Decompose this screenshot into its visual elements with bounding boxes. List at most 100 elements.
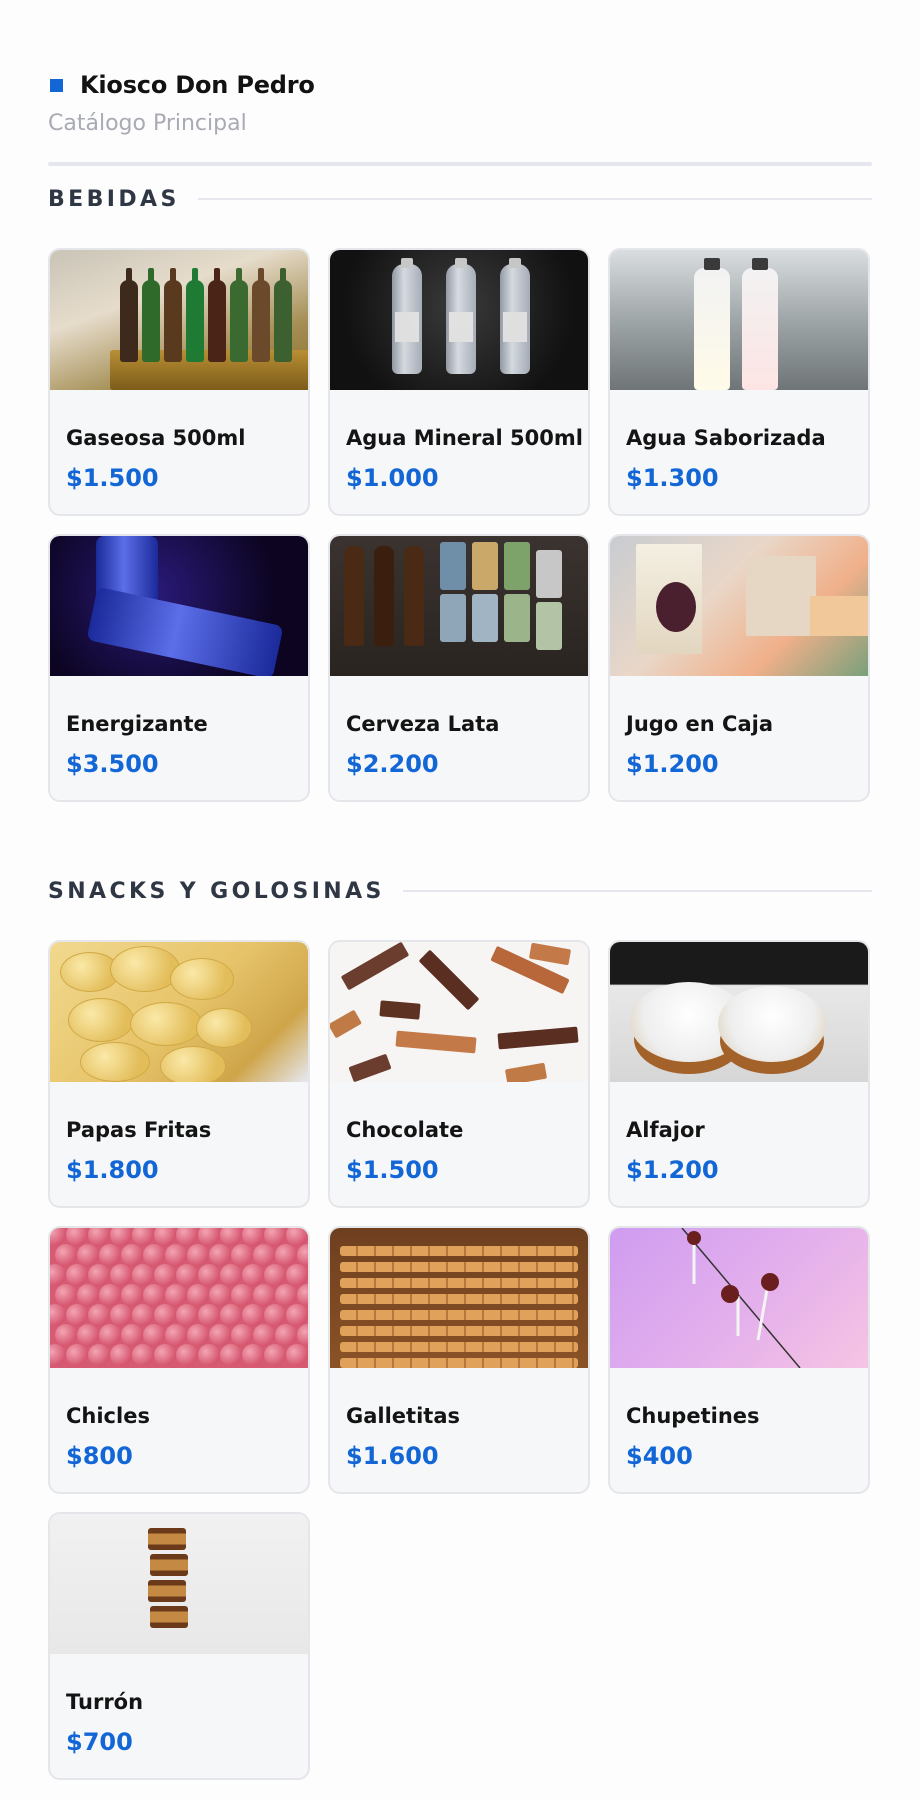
brand-row: Kiosco Don Pedro	[48, 70, 872, 100]
product-name: Chupetines	[626, 1404, 760, 1428]
product-price: $700	[66, 1728, 133, 1756]
product-price: $2.200	[346, 750, 439, 778]
gum-ball	[55, 1324, 77, 1346]
product-name: Jugo en Caja	[626, 712, 773, 736]
energy-drink-photo	[50, 536, 308, 676]
section-title: SNACKS Y GOLOSINAS	[48, 878, 385, 904]
product-card[interactable]: Turrón $700	[48, 1512, 310, 1780]
gum-ball	[187, 1244, 209, 1266]
product-card[interactable]: Jugo en Caja $1.200	[608, 534, 870, 802]
gum-ball	[121, 1244, 143, 1266]
product-name: Chocolate	[346, 1118, 464, 1142]
gum-ball	[143, 1284, 165, 1306]
product-price: $800	[66, 1442, 133, 1470]
section-bebidas: BEBIDAS Gaseosa 500ml $1.500 Agua Minera…	[48, 184, 872, 802]
gum-ball	[50, 1344, 66, 1366]
product-price: $1.000	[346, 464, 439, 492]
gum-ball	[66, 1264, 88, 1286]
gum-ball	[165, 1244, 187, 1266]
juice-box-photo	[610, 536, 868, 676]
gum-ball	[110, 1264, 132, 1286]
gum-ball	[198, 1304, 220, 1326]
header-divider	[48, 162, 872, 166]
gum-ball	[121, 1284, 143, 1306]
product-name: Chicles	[66, 1404, 150, 1428]
product-name: Papas Fritas	[66, 1118, 212, 1142]
gum-ball	[187, 1284, 209, 1306]
gum-ball	[220, 1264, 242, 1286]
gum-ball	[297, 1284, 308, 1306]
gum-ball	[99, 1284, 121, 1306]
product-card[interactable]: Agua Mineral 500ml $1.000	[328, 248, 590, 516]
gum-ball	[88, 1264, 110, 1286]
product-name: Gaseosa 500ml	[66, 426, 246, 450]
gum-ball	[275, 1244, 297, 1266]
gum-ball	[77, 1324, 99, 1346]
gum-ball	[77, 1244, 99, 1266]
gum-ball	[220, 1304, 242, 1326]
gum-ball	[198, 1264, 220, 1286]
gum-ball	[143, 1244, 165, 1266]
product-card[interactable]: Galletitas $1.600	[328, 1226, 590, 1494]
gum-ball	[209, 1244, 231, 1266]
beer-cans-photo	[330, 536, 588, 676]
gum-ball	[242, 1304, 264, 1326]
gum-ball	[253, 1284, 275, 1306]
catalog-subtitle: Catálogo Principal	[48, 111, 247, 136]
product-price: $1.200	[626, 1156, 719, 1184]
gum-ball	[165, 1324, 187, 1346]
gum-ball	[253, 1324, 275, 1346]
product-card[interactable]: Chicles $800	[48, 1226, 310, 1494]
gum-ball	[264, 1264, 286, 1286]
gum-ball	[110, 1304, 132, 1326]
product-card[interactable]: Chocolate $1.500	[328, 940, 590, 1208]
gum-ball	[253, 1244, 275, 1266]
gum-balls-photo	[50, 1228, 308, 1368]
gum-ball	[242, 1344, 264, 1366]
gum-ball	[176, 1264, 198, 1286]
product-price: $1.600	[346, 1442, 439, 1470]
gum-ball	[50, 1304, 66, 1326]
section-divider	[402, 890, 872, 892]
brand-square-icon	[50, 78, 63, 92]
gum-ball	[275, 1324, 297, 1346]
gum-ball	[77, 1284, 99, 1306]
gum-ball	[231, 1324, 253, 1346]
section-header: BEBIDAS	[48, 184, 872, 214]
section-divider	[197, 198, 872, 200]
product-price: $1.300	[626, 464, 719, 492]
gum-ball	[132, 1304, 154, 1326]
store-title: Kiosco Don Pedro	[80, 71, 315, 99]
section-title: BEBIDAS	[48, 186, 180, 212]
product-card[interactable]: Cerveza Lata $2.200	[328, 534, 590, 802]
product-name: Cerveza Lata	[346, 712, 500, 736]
product-card[interactable]: Agua Saborizada $1.300	[608, 248, 870, 516]
gum-ball	[165, 1284, 187, 1306]
product-name: Turrón	[66, 1690, 144, 1714]
product-card[interactable]: Papas Fritas $1.800	[48, 940, 310, 1208]
gum-ball	[154, 1264, 176, 1286]
gum-ball	[143, 1324, 165, 1346]
product-name: Agua Saborizada	[626, 426, 826, 450]
product-card[interactable]: Gaseosa 500ml $1.500	[48, 248, 310, 516]
gum-ball	[264, 1344, 286, 1366]
chocolate-sticks-photo	[330, 942, 588, 1082]
gum-ball	[242, 1264, 264, 1286]
product-price: $1.200	[626, 750, 719, 778]
product-card[interactable]: Alfajor $1.200	[608, 940, 870, 1208]
product-name: Agua Mineral 500ml	[346, 426, 583, 450]
product-name: Energizante	[66, 712, 208, 736]
header: Kiosco Don Pedro Catálogo Principal	[48, 0, 872, 166]
gum-ball	[286, 1304, 308, 1326]
gum-ball	[297, 1324, 308, 1346]
product-price: $3.500	[66, 750, 159, 778]
cookies-photo	[330, 1228, 588, 1368]
product-grid: Gaseosa 500ml $1.500 Agua Mineral 500ml …	[48, 248, 872, 802]
turron-photo	[50, 1514, 308, 1654]
catalog-page: Kiosco Don Pedro Catálogo Principal BEBI…	[0, 0, 920, 1800]
gum-ball	[176, 1344, 198, 1366]
gum-ball	[99, 1324, 121, 1346]
product-card[interactable]: Energizante $3.500	[48, 534, 310, 802]
product-card[interactable]: Chupetines $400	[608, 1226, 870, 1494]
gum-ball	[231, 1244, 253, 1266]
